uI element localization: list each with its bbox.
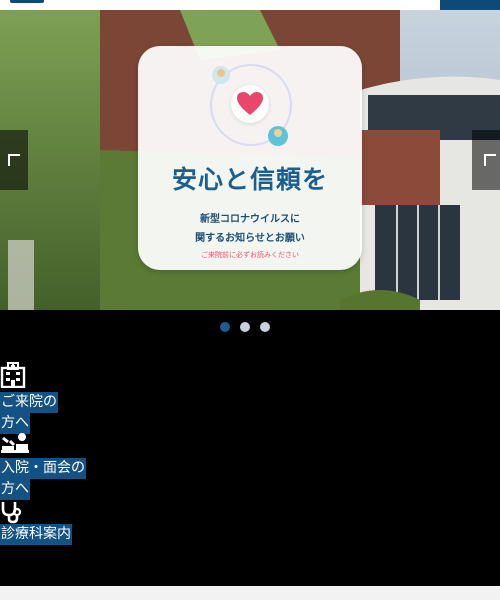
slider-next-button[interactable] <box>472 130 500 190</box>
banner-title: 安心と信頼を <box>171 165 328 194</box>
heart-icon <box>231 85 269 123</box>
person-icon <box>268 126 288 146</box>
chevron-left-icon <box>8 154 20 166</box>
slider-dot[interactable] <box>220 322 230 332</box>
banner-subtitle-line2: 関するお知らせとお願い <box>195 233 305 244</box>
hospital-building-icon <box>0 362 26 388</box>
person-icon <box>212 66 230 84</box>
banner-note: ご来院前に必ずお読みください <box>201 251 299 259</box>
slider-prev-button[interactable] <box>0 130 28 190</box>
covid-notice-banner[interactable]: 安心と信頼を 新型コロナウイルスに 関するお知らせとお願い ご来院前に必ずお読み… <box>138 46 362 270</box>
slider-dot[interactable] <box>260 322 270 332</box>
patient-bed-icon <box>1 433 29 453</box>
nav-item-label: ご来院の <box>0 392 58 413</box>
banner-subtitle-line1: 新型コロナウイルスに <box>200 214 300 225</box>
site-header <box>0 0 500 10</box>
nav-item-inpatient[interactable]: 入院・面会の 方へ <box>0 432 86 500</box>
stethoscope-icon <box>1 502 22 524</box>
slider-pagination <box>0 322 500 334</box>
nav-item-label: 入院・面会の <box>0 458 86 479</box>
hero-slider[interactable]: 安心と信頼を 新型コロナウイルスに 関するお知らせとお願い ご来院前に必ずお読み… <box>0 10 500 310</box>
header-logo[interactable] <box>10 0 44 3</box>
nav-item-label: 診療科案内 <box>0 524 72 545</box>
footer-strip <box>0 586 500 600</box>
header-menu-button[interactable] <box>440 0 500 10</box>
nav-item-departments[interactable]: 診療科案内 <box>0 500 72 545</box>
slider-dot[interactable] <box>240 322 250 332</box>
chevron-right-icon <box>484 154 496 166</box>
nav-item-visit[interactable]: ご来院の 方へ <box>0 360 58 434</box>
nav-item-label: 方へ <box>0 479 30 500</box>
nav-item-label: 方へ <box>0 413 30 434</box>
